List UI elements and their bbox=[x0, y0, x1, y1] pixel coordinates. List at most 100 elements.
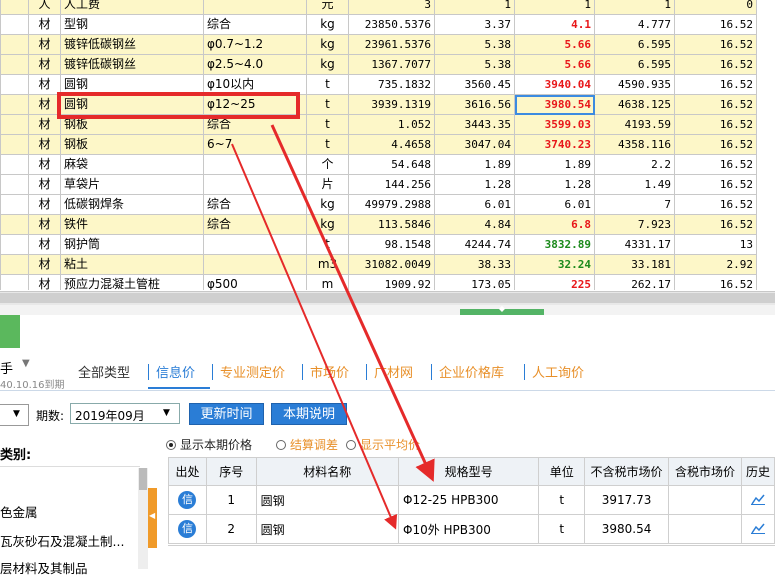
cell-qty[interactable]: 49979.2988 bbox=[348, 194, 435, 215]
tab-item[interactable]: 广材网 bbox=[374, 362, 413, 381]
cell-type[interactable]: 材 bbox=[28, 274, 61, 290]
side-panel-tab[interactable] bbox=[0, 315, 20, 348]
cell-tax[interactable]: 16.52 bbox=[674, 74, 757, 95]
row-marker[interactable] bbox=[0, 174, 29, 195]
refresh-time-button[interactable]: 更新时间 bbox=[189, 403, 264, 425]
cell-price[interactable]: 3980.54 bbox=[584, 514, 670, 544]
cell-tax[interactable]: 16.52 bbox=[674, 134, 757, 155]
radio-average-price[interactable]: 显示平均价 bbox=[346, 436, 420, 453]
tab-item[interactable]: 信息价 bbox=[156, 362, 195, 381]
cell-name[interactable]: 预应力混凝土管桩 bbox=[60, 274, 204, 290]
cell-history[interactable] bbox=[740, 514, 775, 544]
tab-item[interactable]: 专业测定价 bbox=[220, 362, 285, 381]
cell-market[interactable]: 33.181 bbox=[594, 254, 675, 275]
cell-market[interactable]: 7.923 bbox=[594, 214, 675, 235]
cell-price[interactable]: 3980.54 bbox=[514, 94, 595, 115]
cell-type[interactable]: 材 bbox=[28, 154, 61, 175]
column-header[interactable]: 不含税市场价 bbox=[584, 457, 670, 486]
row-marker[interactable] bbox=[0, 34, 29, 55]
cell-unit[interactable]: t bbox=[538, 514, 586, 544]
cell-base[interactable]: 173.05 bbox=[434, 274, 515, 290]
cell-type[interactable]: 材 bbox=[28, 174, 61, 195]
cell-qty[interactable]: 1909.92 bbox=[348, 274, 435, 290]
cell-unit[interactable]: t bbox=[306, 74, 349, 95]
row-marker[interactable] bbox=[0, 194, 29, 215]
cell-tax[interactable]: 16.52 bbox=[674, 54, 757, 75]
cell-qty[interactable]: 23850.5376 bbox=[348, 14, 435, 35]
cell-tax_price[interactable] bbox=[668, 514, 742, 544]
cell-unit[interactable]: 元 bbox=[306, 0, 349, 15]
table-row[interactable]: 材钢板 6~7 t 4.4658 3047.04 3740.23 4358.116 16.52 bbox=[0, 134, 757, 155]
cell-base[interactable]: 3560.45 bbox=[434, 74, 515, 95]
cell-tax[interactable]: 16.52 bbox=[674, 194, 757, 215]
cell-unit[interactable]: t bbox=[306, 94, 349, 115]
cell-tax[interactable]: 16.52 bbox=[674, 114, 757, 135]
cell-qty[interactable]: 4.4658 bbox=[348, 134, 435, 155]
cell-tax_price[interactable] bbox=[668, 485, 742, 515]
cell-qty[interactable]: 113.5846 bbox=[348, 214, 435, 235]
cell-spec[interactable]: 6~7 bbox=[203, 134, 307, 155]
cell-price[interactable]: 5.66 bbox=[514, 54, 595, 75]
cell-spec[interactable] bbox=[203, 254, 307, 275]
cell-tax[interactable]: 13 bbox=[674, 234, 757, 255]
cell-type[interactable]: 材 bbox=[28, 254, 61, 275]
cell-name[interactable]: 草袋片 bbox=[60, 174, 204, 195]
column-header[interactable]: 历史 bbox=[740, 457, 775, 486]
cell-tax[interactable]: 16.52 bbox=[674, 214, 757, 235]
cell-spec[interactable] bbox=[203, 234, 307, 255]
cell-market[interactable]: 6.595 bbox=[594, 54, 675, 75]
cell-name[interactable]: 铁件 bbox=[60, 214, 204, 235]
cell-type[interactable]: 材 bbox=[28, 194, 61, 215]
table-row[interactable]: 信 1 圆钢 Φ12-25 HPB300 t 3917.73 bbox=[168, 485, 775, 515]
cell-type[interactable]: 材 bbox=[28, 214, 61, 235]
cell-type[interactable]: 材 bbox=[28, 114, 61, 135]
cell-price[interactable]: 32.24 bbox=[514, 254, 595, 275]
cell-type[interactable]: 人 bbox=[28, 0, 61, 15]
cell-base[interactable]: 1.89 bbox=[434, 154, 515, 175]
cell-spec[interactable]: 综合 bbox=[203, 194, 307, 215]
table-row[interactable]: 人人工费元 3 1 1 1 0 bbox=[0, 0, 757, 15]
info-source-icon[interactable]: 信 bbox=[178, 520, 197, 538]
cell-type[interactable]: 材 bbox=[28, 74, 61, 95]
cell-qty[interactable]: 1.052 bbox=[348, 114, 435, 135]
table-row[interactable]: 材麻袋个 54.648 1.89 1.89 2.2 16.52 bbox=[0, 154, 757, 175]
cell-seq[interactable]: 2 bbox=[205, 514, 257, 544]
cell-type[interactable]: 材 bbox=[28, 134, 61, 155]
cell-name[interactable]: 圆钢 bbox=[255, 514, 400, 544]
cell-name[interactable]: 麻袋 bbox=[60, 154, 204, 175]
cell-tax[interactable]: 16.52 bbox=[674, 174, 757, 195]
column-header[interactable]: 单位 bbox=[538, 457, 586, 486]
cell-spec[interactable]: Φ10外 HPB300 bbox=[397, 514, 540, 544]
row-marker[interactable] bbox=[0, 0, 29, 15]
cell-unit[interactable]: 个 bbox=[306, 154, 349, 175]
cell-price[interactable]: 3940.04 bbox=[514, 74, 595, 95]
tab-item[interactable]: 企业价格库 bbox=[439, 362, 504, 381]
tab-item[interactable]: 全部类型 bbox=[78, 362, 130, 381]
cell-unit[interactable]: 片 bbox=[306, 174, 349, 195]
category-scroll-thumb[interactable] bbox=[139, 468, 147, 490]
row-marker[interactable] bbox=[0, 254, 29, 275]
table-row[interactable]: 材镀锌低碳钢丝 φ2.5~4.0 kg 1367.7077 5.38 5.66 6.595 1… bbox=[0, 54, 757, 75]
cell-tax[interactable]: 0 bbox=[674, 0, 757, 15]
cell-base[interactable]: 1.28 bbox=[434, 174, 515, 195]
table-row[interactable]: 材低碳钢焊条 综合 kg 49979.2988 6.01 6.01 7 16.52 bbox=[0, 194, 757, 215]
cell-market[interactable]: 4638.125 bbox=[594, 94, 675, 115]
radio-current-price[interactable]: 显示本期价格 bbox=[166, 436, 252, 453]
category-item[interactable]: 瓦灰砂石及混凝土制... bbox=[0, 531, 124, 550]
cell-market[interactable]: 1.49 bbox=[594, 174, 675, 195]
cell-name[interactable]: 粘土 bbox=[60, 254, 204, 275]
cell-spec[interactable]: 综合 bbox=[203, 214, 307, 235]
cell-type[interactable]: 材 bbox=[28, 234, 61, 255]
cell-unit[interactable]: kg bbox=[306, 214, 349, 235]
cell-tax[interactable]: 16.52 bbox=[674, 154, 757, 175]
cell-price[interactable]: 1.89 bbox=[514, 154, 595, 175]
row-marker[interactable] bbox=[0, 274, 29, 290]
cell-base[interactable]: 1 bbox=[434, 0, 515, 15]
cell-base[interactable]: 4244.74 bbox=[434, 234, 515, 255]
cell-price[interactable]: 3599.03 bbox=[514, 114, 595, 135]
cell-market[interactable]: 4.777 bbox=[594, 14, 675, 35]
row-marker[interactable] bbox=[0, 74, 29, 95]
panel-splitter[interactable] bbox=[0, 305, 775, 315]
cell-type[interactable]: 材 bbox=[28, 94, 61, 115]
column-header[interactable]: 出处 bbox=[168, 457, 207, 486]
